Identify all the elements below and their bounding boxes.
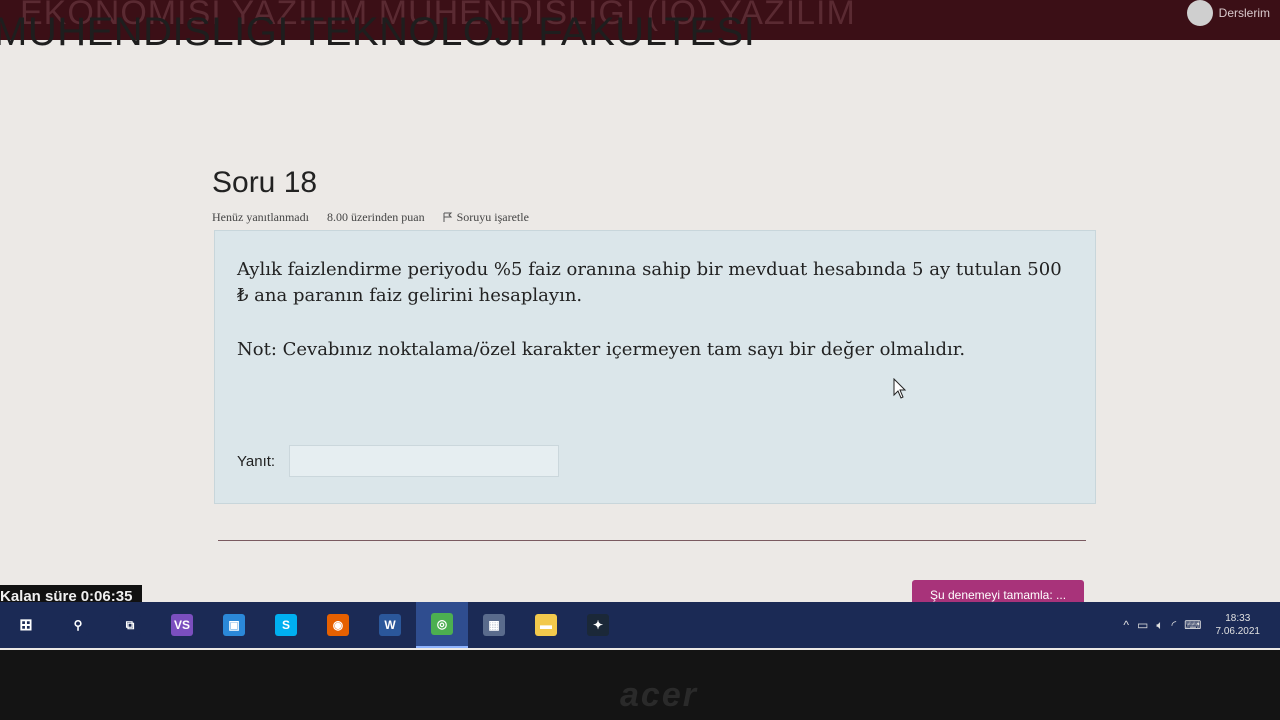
windows-logo-icon: ⊞	[19, 617, 33, 634]
taskbar-app-word[interactable]: W	[364, 602, 416, 648]
avatar[interactable]	[1186, 0, 1213, 26]
laptop-brand-logo: acer	[620, 676, 698, 714]
flag-question-link[interactable]: Soruyu işaretle	[443, 210, 529, 225]
taskbar-app-file-explorer[interactable]: ▬	[520, 602, 572, 648]
question-info: Henüz yanıtlanmadı 8.00 üzerinden puan S…	[212, 210, 529, 225]
volume-icon[interactable]: 🔈︎	[1156, 618, 1163, 633]
divider	[218, 540, 1086, 541]
start-button[interactable]: ⊞	[0, 602, 52, 648]
flag-question-label[interactable]: Soruyu işaretle	[457, 210, 529, 225]
user-menu[interactable]: Derslerim	[1186, 0, 1270, 26]
taskbar-app-steam[interactable]: ✦	[572, 602, 624, 648]
question-box: Aylık faizlendirme periyodu %5 faiz oran…	[214, 230, 1096, 504]
taskbar-app-search[interactable]: ⚲	[52, 602, 104, 648]
question-status: Henüz yanıtlanmadı	[212, 210, 309, 224]
taskbar-app-calculator[interactable]: ▦	[468, 602, 520, 648]
skype-icon: S	[275, 614, 297, 636]
firefox-icon: ◉	[327, 614, 349, 636]
clock-date: 7.06.2021	[1215, 626, 1261, 637]
file-explorer-icon: ▬	[535, 614, 557, 636]
search-icon: ⚲	[67, 614, 89, 636]
network-icon[interactable]: ▭	[1137, 618, 1148, 632]
clock[interactable]: 18:33 7.06.2021	[1216, 612, 1261, 638]
question-points: 8.00 üzerinden puan	[326, 210, 425, 224]
answer-input[interactable]	[289, 445, 559, 477]
taskbar-app-chrome[interactable]: ◎	[416, 602, 468, 648]
taskbar-app-firefox[interactable]: ◉	[312, 602, 364, 648]
taskbar-app-remote-desktop[interactable]: ▣	[208, 602, 260, 648]
browser-screen: EKONOMISI YAZILIM MUHENDISLIGI (IÖ) YAZI…	[0, 0, 1280, 650]
chevron-up-icon[interactable]: ^	[1123, 618, 1129, 632]
faculty-title: MUHENDISLIGI TEKNOLOJI FAKULTESI	[0, 10, 756, 54]
taskbar-app-visual-studio[interactable]: VS	[156, 602, 208, 648]
taskbar-app-skype[interactable]: S	[260, 602, 312, 648]
keyboard-icon[interactable]: ⌨︎	[1184, 618, 1201, 632]
question-note: Not: Cevabınız noktalama/özel karakter i…	[237, 339, 966, 360]
chrome-icon: ◎	[431, 613, 453, 635]
user-menu-label[interactable]: Derslerim	[1219, 6, 1270, 20]
system-tray: ^ ▭ 🔈︎ ◜ ⌨︎ 18:33 7.06.2021	[1123, 602, 1260, 648]
windows-taskbar: ⊞ ⚲ ⧉ VS ▣ S ◉ W ◎ ▦ ▬ ✦ ^ ▭ 🔈︎ ◜ ⌨︎ 18:33 7.06.20…	[0, 602, 1280, 648]
mouse-cursor-icon	[893, 378, 907, 399]
calculator-icon: ▦	[483, 614, 505, 636]
steam-icon: ✦	[587, 614, 609, 636]
pinned-apps: ⚲ ⧉ VS ▣ S ◉ W ◎ ▦ ▬ ✦	[52, 602, 624, 648]
wifi-icon[interactable]: ◜	[1172, 618, 1177, 632]
task-view-icon: ⧉	[119, 614, 141, 636]
answer-label: Yanıt:	[237, 453, 276, 470]
clock-time: 18:33	[1225, 613, 1251, 624]
flag-icon	[443, 212, 452, 222]
visual-studio-icon: VS	[171, 614, 193, 636]
word-icon: W	[379, 614, 401, 636]
question-text: Aylık faizlendirme periyodu %5 faiz oran…	[237, 259, 1062, 306]
taskbar-app-task-view[interactable]: ⧉	[104, 602, 156, 648]
question-number: Soru 18	[212, 166, 318, 199]
remote-desktop-icon: ▣	[223, 614, 245, 636]
